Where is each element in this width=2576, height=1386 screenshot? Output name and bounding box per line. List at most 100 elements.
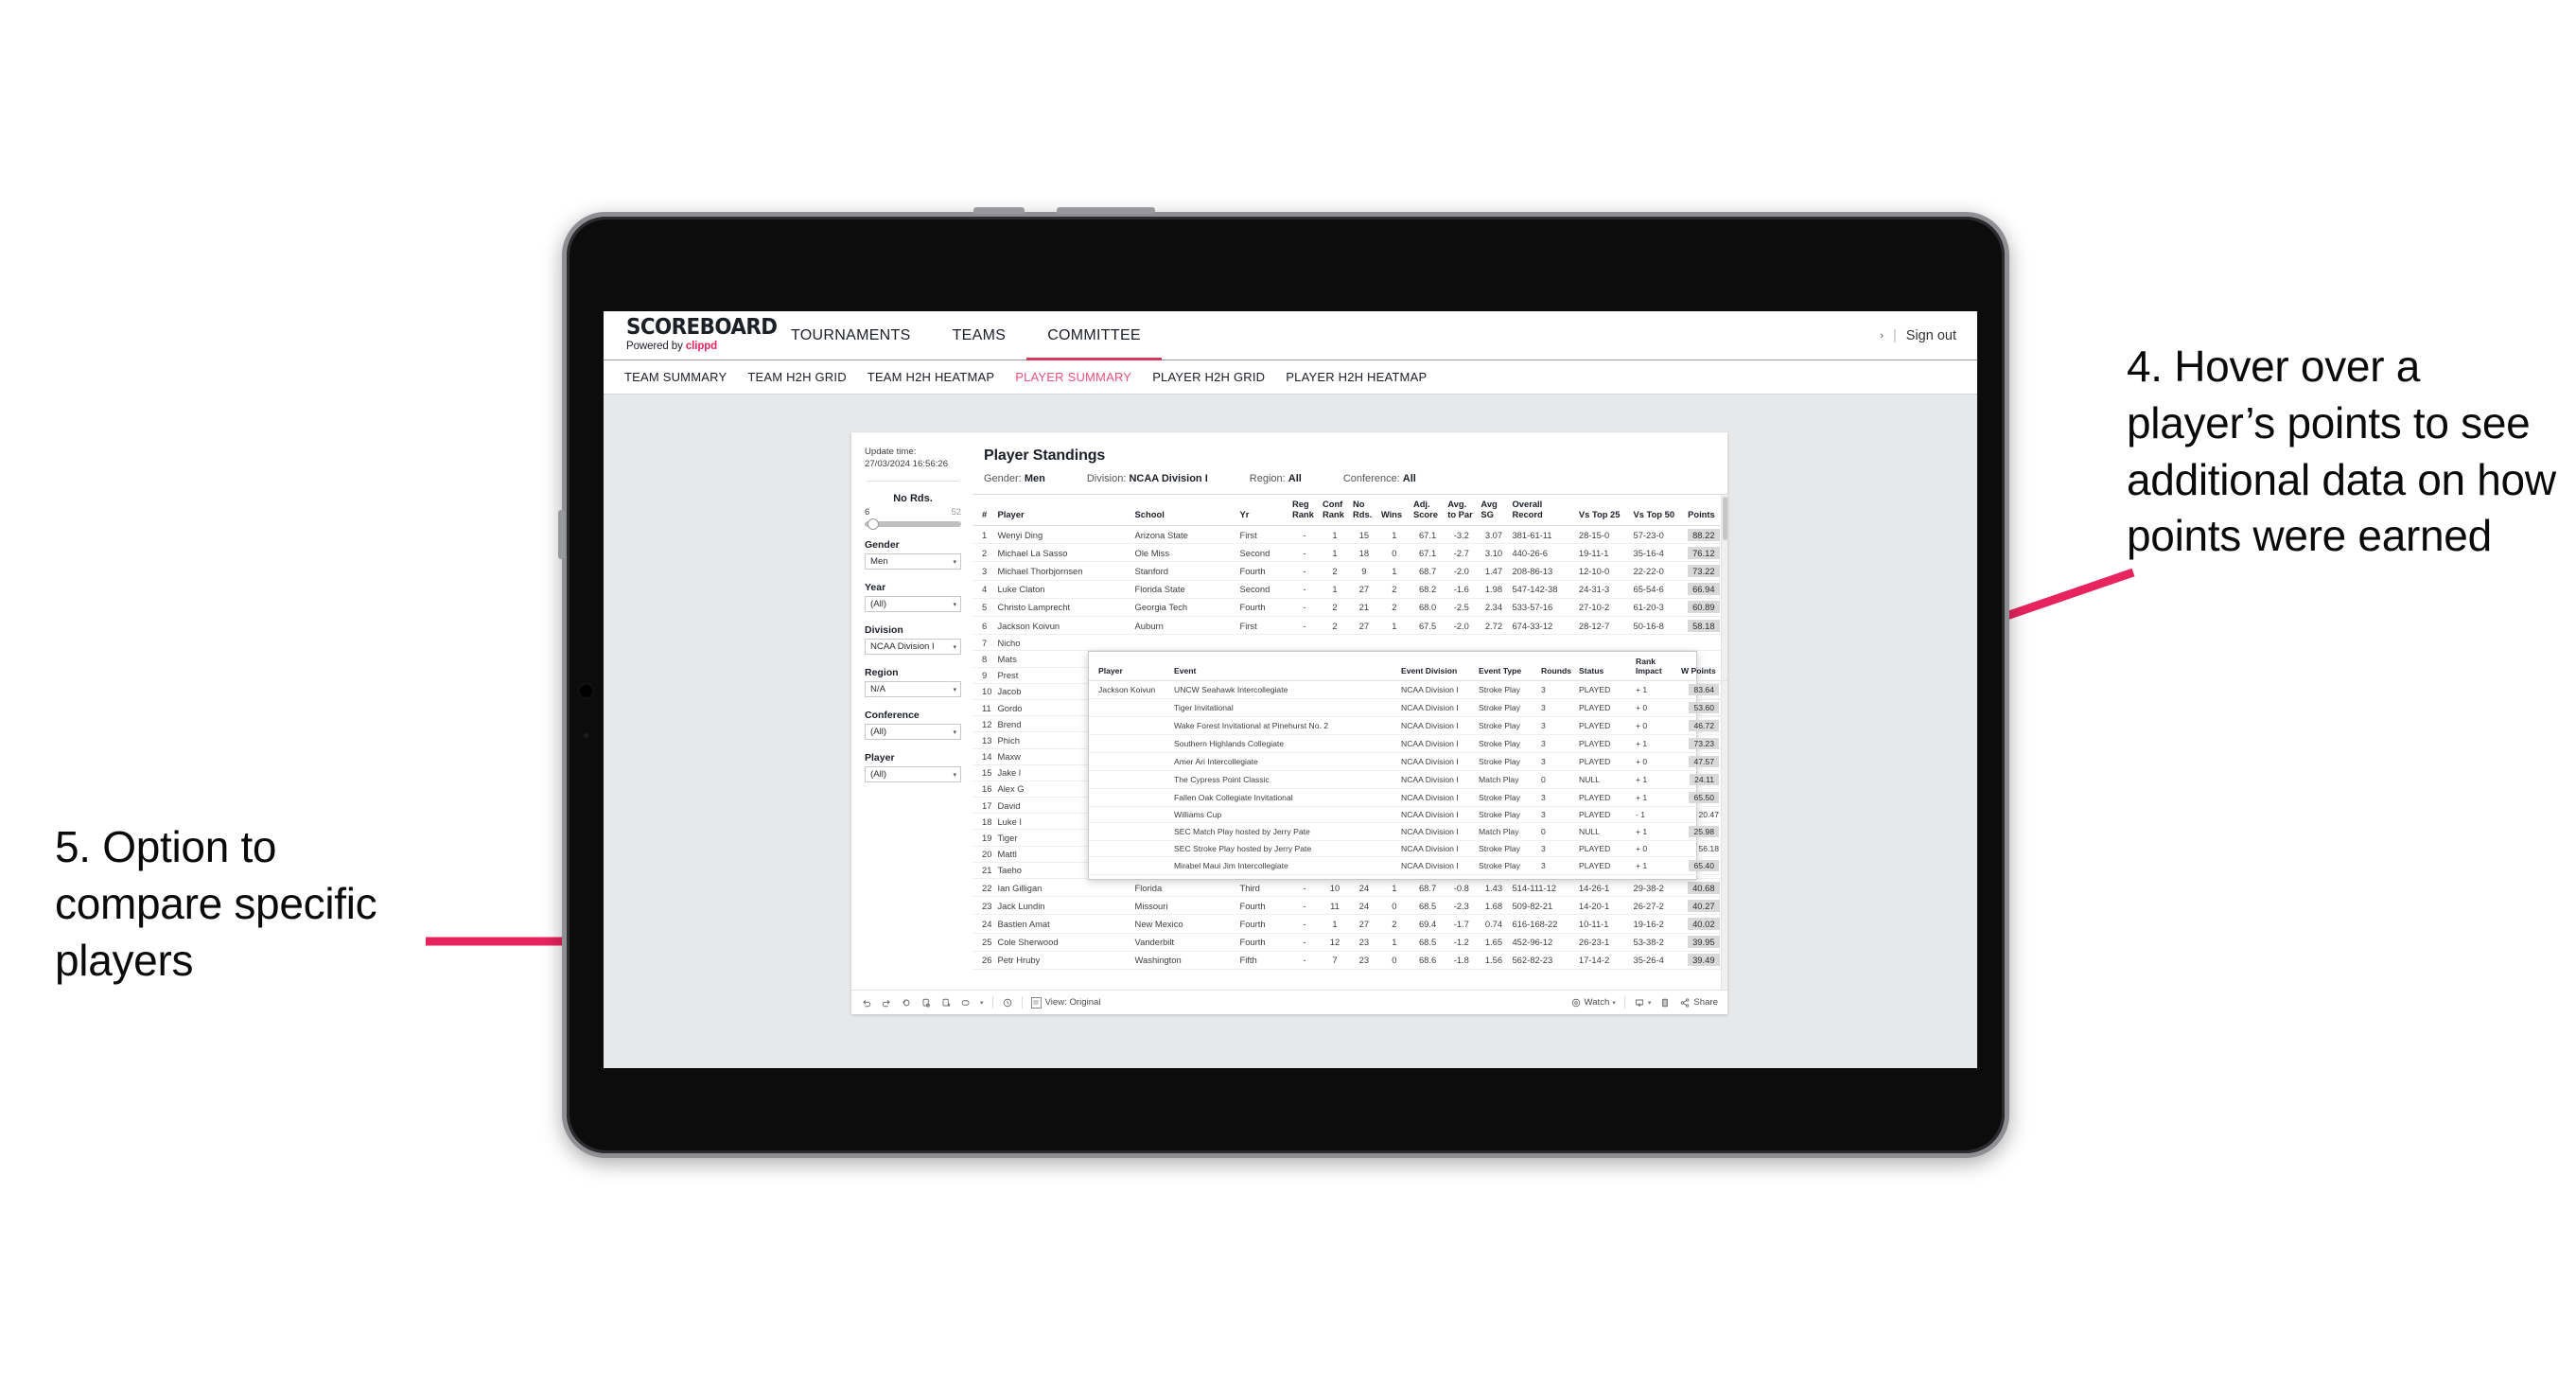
device-layout-icon[interactable] [1659, 997, 1671, 1009]
tooltip-w-points-value: 24.11 [1690, 774, 1719, 786]
tooltip-cell-w-points: 25.98 [1677, 822, 1727, 842]
account-chevron-icon[interactable]: › [1880, 330, 1884, 342]
logo-tagline-prefix: Powered by [626, 341, 686, 352]
slider-handle[interactable] [867, 518, 879, 531]
points-value[interactable]: 58.18 [1688, 619, 1720, 632]
column-header-wins[interactable]: Wins [1377, 495, 1411, 527]
logo-wordmark: SCOREBOARD [626, 315, 778, 340]
points-value[interactable]: 73.22 [1688, 565, 1720, 578]
highlight-chevron-down-icon[interactable]: ▾ [980, 999, 984, 1007]
table-row[interactable]: 26 Petr Hruby Washington Fifth -7 23 0 68.6 -1.8… [973, 951, 1727, 970]
cell-year: Fourth [1236, 598, 1289, 618]
tooltip-column-header-event-type: Event Type [1475, 652, 1537, 682]
share-button[interactable]: Share [1679, 997, 1718, 1009]
nav-item-tournaments[interactable]: TOURNAMENTS [770, 311, 932, 360]
table-row[interactable]: 25 Cole Sherwood Vanderbilt Fourth -12 23 1 68.… [973, 933, 1727, 952]
filter-year-dropdown[interactable]: (All) ▾ [865, 596, 961, 613]
table-row[interactable]: 5 Christo Lamprecht Georgia Tech Fourth -2 21… [973, 598, 1727, 618]
tab-team-summary[interactable]: TEAM SUMMARY [624, 370, 747, 384]
points-value[interactable]: 40.68 [1688, 881, 1720, 894]
table-row[interactable]: 3 Michael Thorbjornsen Stanford Fourth -2 9 1 6… [973, 561, 1727, 581]
highlight-icon[interactable] [960, 997, 972, 1009]
tab-team-h2h-heatmap[interactable]: TEAM H2H HEATMAP [867, 370, 1015, 384]
column-header-player[interactable]: Player [994, 495, 1132, 527]
undo-icon[interactable] [861, 997, 872, 1009]
cell-overall-record: 509-82-21 [1509, 896, 1576, 916]
column-header-overall-record[interactable]: Overall Record [1509, 495, 1576, 527]
filter-conference-dropdown[interactable]: (All) ▾ [865, 724, 961, 741]
column-header-rank[interactable]: # [973, 495, 995, 527]
table-row[interactable]: 23 Jack Lundin Missouri Fourth -11 24 0 68.5 -2.… [973, 896, 1727, 916]
cell-year: Fifth [1236, 951, 1289, 970]
app-logo[interactable]: SCOREBOARD Powered by clippd [604, 311, 778, 360]
filter-region-dropdown[interactable]: N/A ▾ [865, 681, 961, 698]
cell-wins: 2 [1377, 914, 1411, 934]
filter-division-dropdown[interactable]: NCAA Division I ▾ [865, 639, 961, 656]
table-row[interactable]: 2 Michael La Sasso Ole Miss Second -1 18 0 67.1… [973, 543, 1727, 563]
tab-player-h2h-heatmap[interactable]: PLAYER H2H HEATMAP [1286, 370, 1447, 384]
sign-out-link[interactable]: Sign out [1906, 328, 1956, 343]
refresh-data-icon[interactable] [920, 997, 932, 1009]
points-value[interactable]: 39.95 [1688, 936, 1720, 949]
tooltip-cell-rounds: 3 [1537, 840, 1575, 858]
column-header-no-rounds[interactable]: No Rds. [1349, 495, 1378, 527]
slider-track[interactable] [865, 518, 961, 531]
points-value[interactable]: 76.12 [1688, 546, 1720, 559]
points-value[interactable]: 60.89 [1688, 601, 1720, 614]
table-row[interactable]: 7 Nicho [973, 634, 1727, 652]
points-value[interactable]: 40.27 [1688, 899, 1720, 912]
column-header-vs-top-25[interactable]: Vs Top 25 [1575, 495, 1631, 527]
filter-division-label: Division [865, 624, 903, 637]
scrollbar-thumb[interactable] [1723, 497, 1727, 540]
column-header-conf-rank[interactable]: Conf Rank [1319, 495, 1350, 527]
nav-item-teams[interactable]: TEAMS [932, 311, 1027, 360]
column-header-year[interactable]: Yr [1236, 495, 1289, 527]
tooltip-w-points-value: 25.98 [1689, 826, 1719, 838]
redo-icon[interactable] [881, 997, 892, 1009]
annotation-text-left: 5. Option to compare specific players [55, 822, 377, 985]
tooltip-cell-player [1089, 698, 1170, 718]
cell-vs-top-25 [1575, 634, 1631, 652]
download-button[interactable]: ▾ [1634, 997, 1651, 1009]
watch-button[interactable]: Watch ▾ [1570, 997, 1616, 1009]
revert-icon[interactable] [901, 997, 912, 1009]
cell-adj-score: 68.6 [1410, 951, 1446, 970]
table-row[interactable]: 6 Jackson Koivun Auburn First -2 27 1 67.5 -2.0 2… [973, 616, 1727, 636]
points-value[interactable]: 39.49 [1688, 954, 1720, 967]
column-header-school[interactable]: School [1131, 495, 1237, 527]
cell-year [1236, 634, 1289, 652]
points-value[interactable]: 88.22 [1688, 528, 1720, 541]
column-header-avg-to-par[interactable]: Avg. to Par [1445, 495, 1479, 527]
tab-player-summary[interactable]: PLAYER SUMMARY [1015, 370, 1152, 384]
filter-division: Division NCAA Division I ▾ [865, 624, 961, 656]
tooltip-cell-event: SEC Stroke Play hosted by Jerry Pate [1170, 840, 1397, 858]
watch-chevron-down-icon: ▾ [1612, 999, 1616, 1007]
filter-year-value: (All) [870, 599, 887, 610]
table-row[interactable]: 4 Luke Claton Florida State Second -1 27 2 68.2… [973, 580, 1727, 599]
tooltip-row: Southern Highlands Collegiate NCAA Divisi… [1089, 734, 1727, 754]
pause-updates-icon[interactable] [940, 997, 952, 1009]
tab-player-h2h-grid[interactable]: PLAYER H2H GRID [1152, 370, 1286, 384]
table-row[interactable]: 1 Wenyi Ding Arizona State First -1 15 1 67.1 -3… [973, 525, 1727, 545]
table-row[interactable]: 24 Bastien Amat New Mexico Fourth -1 27 2 69.4-… [973, 914, 1727, 934]
view-original-button[interactable]: ▤ View: Original [1030, 996, 1101, 1009]
points-value[interactable]: 66.94 [1688, 583, 1720, 596]
column-header-avg-sg[interactable]: Avg SG [1478, 495, 1510, 527]
filter-no-rounds[interactable]: No Rds. 6 52 [865, 493, 961, 531]
filter-gender-dropdown[interactable]: Men ▾ [865, 553, 961, 570]
cell-conf-rank: 1 [1319, 914, 1350, 934]
tab-team-h2h-grid[interactable]: TEAM H2H GRID [747, 370, 867, 384]
history-clock-icon[interactable] [1002, 997, 1013, 1009]
tooltip-row: Jackson Koivun UNCW Seahawk Intercollegia… [1089, 680, 1727, 700]
column-header-reg-rank[interactable]: Reg Rank [1288, 495, 1320, 527]
cell-avg-to-par: -2.0 [1445, 616, 1479, 636]
filter-player-dropdown[interactable]: (All) ▾ [865, 766, 961, 783]
column-header-adj-score[interactable]: Adj. Score [1410, 495, 1446, 527]
column-header-vs-top-50[interactable]: Vs Top 50 [1630, 495, 1686, 527]
tooltip-cell-event-division: NCAA Division I [1397, 770, 1475, 790]
table-row[interactable]: 22 Ian Gilligan Florida Third -10 24 1 68.7 -0.8… [973, 878, 1727, 898]
cell-vs-top-50: 35-16-4 [1630, 543, 1686, 563]
nav-item-committee[interactable]: COMMITTEE [1026, 311, 1162, 360]
points-value[interactable]: 40.02 [1688, 917, 1720, 930]
cell-year: First [1236, 616, 1289, 636]
